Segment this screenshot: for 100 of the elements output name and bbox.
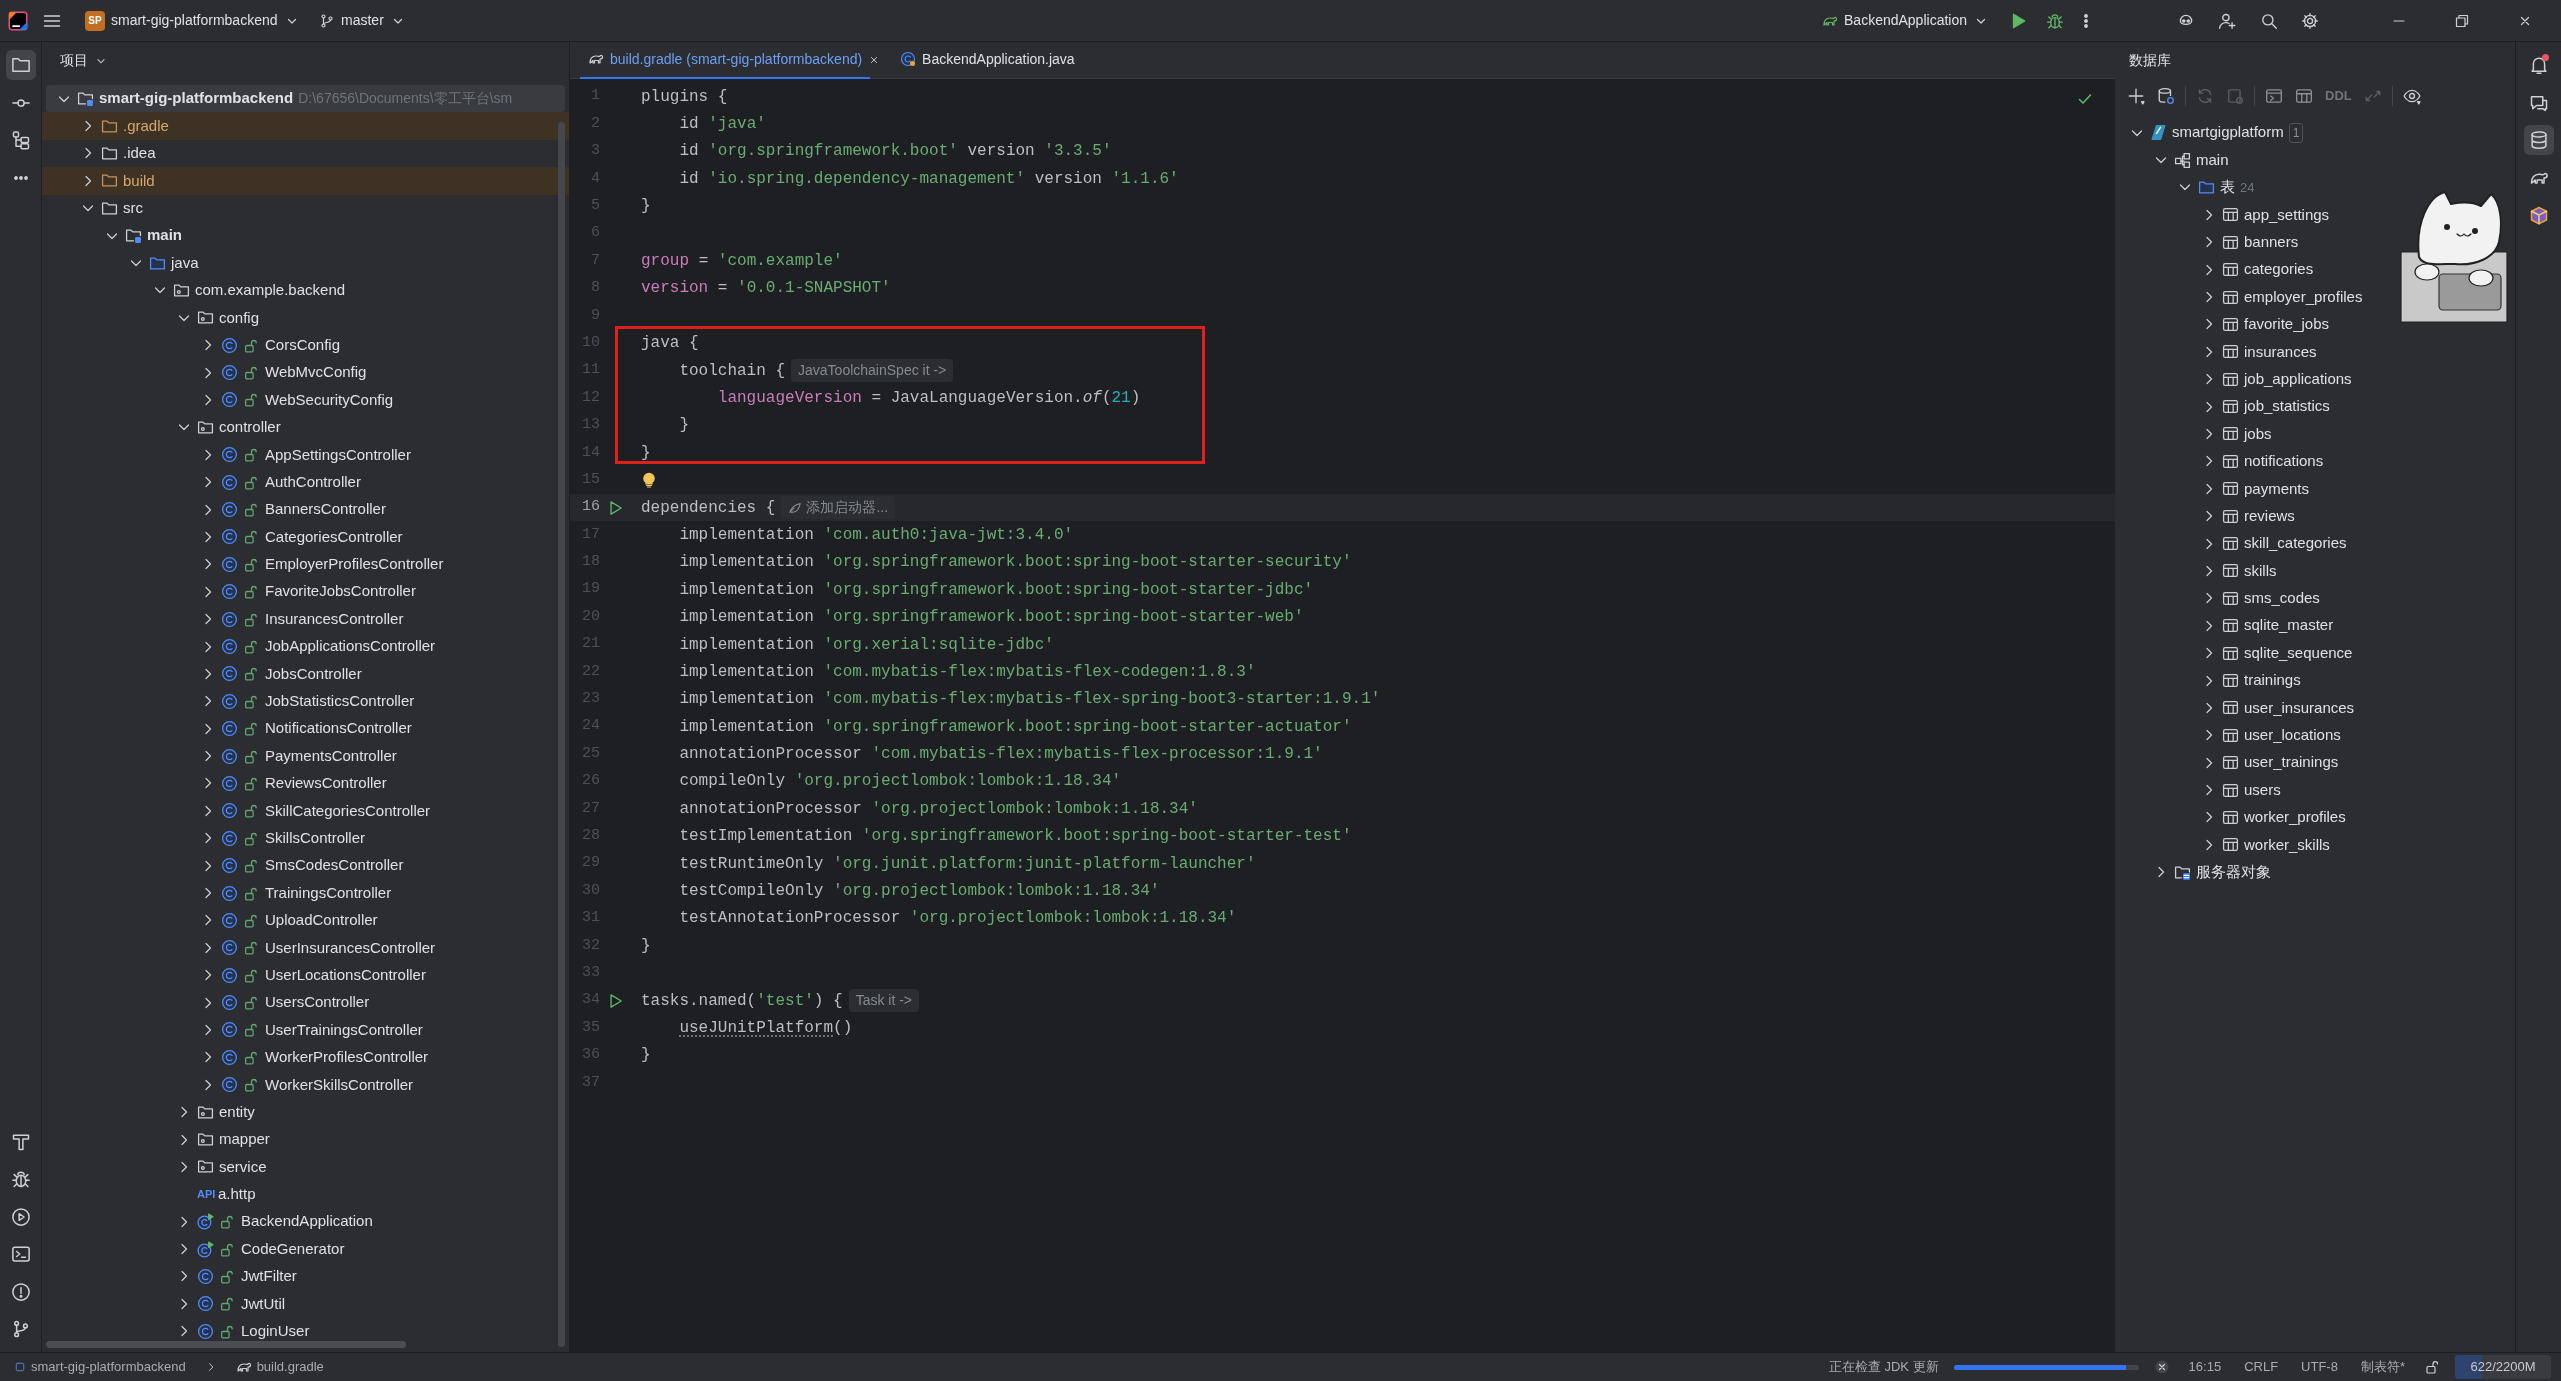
tree-item-label[interactable]: JobsController [265, 662, 362, 686]
memory-indicator[interactable]: 622/2200M [2455, 1355, 2551, 1379]
tree-item-label[interactable]: JwtUtil [241, 1292, 286, 1316]
tool-window-button[interactable] [2523, 125, 2554, 155]
tree-item-label[interactable]: JobApplicationsController [265, 635, 436, 658]
tree-item-label[interactable]: BannersController [265, 498, 386, 521]
tree-item-label[interactable]: .idea [123, 142, 156, 165]
tool-window-button[interactable] [5, 50, 36, 80]
tree-item-label[interactable]: TrainingsController [265, 881, 392, 905]
check-icon[interactable] [2077, 91, 2093, 107]
tree-item-label[interactable]: controller [219, 416, 281, 439]
tree-item-label[interactable]: PaymentsController [265, 744, 397, 768]
cancel-icon[interactable] [2153, 1359, 2170, 1375]
tree-item-label[interactable]: SkillCategoriesController [265, 799, 431, 823]
tree-item-label[interactable]: worker_skills [2244, 833, 2330, 857]
tree-item-label[interactable]: app_settings [2244, 203, 2330, 227]
run-config-selector[interactable]: BackendApplication [1816, 6, 1995, 35]
tree-item-label[interactable]: WorkerSkillsController [265, 1073, 414, 1096]
tree-item-label[interactable]: com.example.backend [195, 279, 346, 302]
tree-item-label[interactable]: categories [2244, 258, 2314, 281]
tree-item-label[interactable]: JobStatisticsController [265, 690, 415, 713]
tree-item-label[interactable]: UserTrainingsController [265, 1018, 423, 1042]
tree-item-label[interactable]: WebSecurityConfig [265, 388, 394, 412]
tree-item-label[interactable]: notifications [2244, 450, 2324, 473]
breadcrumb-item[interactable]: smart-gig-platformbackend [10, 1357, 190, 1377]
tree-item-label[interactable]: CategoriesController [265, 525, 403, 549]
tree-item-label[interactable]: employer_profiles [2244, 285, 2363, 309]
tree-item-label[interactable]: FavoriteJobsController [265, 580, 416, 603]
tree-item-label[interactable]: src [123, 197, 143, 220]
tree-item-label[interactable]: 表 [2220, 176, 2235, 199]
tree-item-label[interactable]: payments [2244, 477, 2310, 500]
tree-item-label[interactable]: BackendApplication [241, 1210, 373, 1233]
tree-item-label[interactable]: config [219, 306, 260, 330]
tree-item-label[interactable]: SkillsController [265, 827, 366, 850]
inlay-hint[interactable]: Task it -> [848, 989, 920, 1013]
tree-item-label[interactable]: SmsCodesController [265, 854, 404, 877]
editor-tab[interactable]: BackendApplication.java [892, 41, 1083, 79]
tree-item-label[interactable]: CodeGenerator [241, 1237, 345, 1261]
tree-item-label[interactable]: JwtFilter [241, 1265, 297, 1288]
tree-item-label[interactable]: ReviewsController [265, 772, 387, 795]
inlay-hint[interactable]: JavaToolchainSpec it -> [791, 359, 954, 383]
tree-item-label[interactable]: banners [2244, 231, 2299, 254]
tree-item-label[interactable]: reviews [2244, 504, 2295, 528]
project-selector[interactable]: SP smart-gig-platformbackend [79, 6, 306, 35]
tree-item-label[interactable]: NotificationsController [265, 717, 412, 740]
tree-item-label[interactable]: jobs [2244, 422, 2272, 446]
tree-item-label[interactable]: service [219, 1155, 267, 1179]
tree-item-label[interactable]: EmployerProfilesController [265, 553, 444, 576]
panel-title-dropdown[interactable]: 项目 [56, 48, 112, 73]
tree-row[interactable]: smart-gig-platformbackend D:\67656\Documents\零工平台\sm [46, 85, 565, 113]
line-separator[interactable]: CRLF [2240, 1357, 2283, 1377]
tree-item-label[interactable]: sqlite_master [2244, 614, 2334, 637]
tree-item-label[interactable]: job_statistics [2244, 395, 2330, 418]
tree-item-label[interactable]: sqlite_sequence [2244, 641, 2353, 665]
tree-item-label[interactable]: mapper [219, 1128, 270, 1151]
tree-item-label[interactable]: smartgigplatform [2172, 121, 2284, 144]
tree-item-label[interactable]: users [2244, 778, 2281, 802]
tree-item-label[interactable]: skill_categories [2244, 532, 2347, 555]
branch-selector[interactable]: master [313, 6, 412, 35]
tree-item-label[interactable]: build [123, 169, 155, 193]
tree-item-label[interactable]: entity [219, 1100, 255, 1124]
tree-item-label[interactable]: WebMvcConfig [265, 361, 367, 384]
tree-item-label[interactable]: main [2196, 148, 2229, 172]
tree-item-label[interactable]: user_trainings [2244, 751, 2339, 774]
tree-item-label[interactable]: worker_profiles [2244, 806, 2346, 829]
tree-item-label[interactable]: main [147, 224, 182, 247]
tree-item-label[interactable]: CorsConfig [265, 333, 341, 357]
file-encoding[interactable]: UTF-8 [2297, 1357, 2342, 1377]
tree-item-label[interactable]: smart-gig-platformbackend [99, 87, 294, 110]
tree-item-label[interactable]: job_applications [2244, 367, 2352, 391]
tree-item-label[interactable]: AppSettingsController [265, 443, 411, 466]
scrollbar-thumb[interactable] [46, 1341, 406, 1348]
tree-item-label[interactable]: trainings [2244, 669, 2301, 692]
tree-item-label[interactable]: java [171, 251, 199, 275]
indent-setting[interactable]: 制表符* [2356, 1357, 2409, 1377]
breadcrumb-item[interactable]: build.gradle [231, 1357, 328, 1377]
tree-item-label[interactable]: InsurancesController [265, 607, 404, 631]
tree-item-label[interactable]: LoginUser [241, 1320, 310, 1343]
tree-item-label[interactable]: user_insurances [2244, 696, 2355, 720]
tree-item-label[interactable]: skills [2244, 559, 2277, 583]
caret-position[interactable]: 16:15 [2184, 1357, 2226, 1377]
tree-item-label[interactable]: UserInsurancesController [265, 936, 436, 960]
tree-row[interactable]: build [42, 167, 569, 195]
tree-item-label[interactable]: WorkerProfilesController [265, 1046, 429, 1069]
inlay-hint[interactable]: 添加启动器... [781, 496, 896, 520]
tree-item-label[interactable]: .gradle [123, 114, 169, 138]
tree-item-label[interactable]: user_locations [2244, 724, 2341, 747]
lock-icon[interactable] [2424, 1359, 2440, 1375]
tree-item-label[interactable]: favorite_jobs [2244, 313, 2330, 336]
tree-item-label[interactable]: UserLocationsController [265, 963, 426, 987]
lightbulb-icon[interactable] [641, 472, 657, 489]
tree-item-label[interactable]: AuthController [265, 470, 361, 494]
editor-tab[interactable]: build.gradle (smart-gig-platformbackend) [580, 41, 871, 79]
tree-item-label[interactable]: 服务器对象 [2196, 861, 2271, 884]
tree-row[interactable]: .gradle [42, 112, 569, 140]
tree-item-label[interactable]: insurances [2244, 340, 2317, 364]
tree-item-label[interactable]: a.http [218, 1183, 256, 1206]
tree-item-label[interactable]: UploadController [265, 909, 378, 932]
scrollbar-thumb[interactable] [558, 122, 565, 1347]
tree-item-label[interactable]: sms_codes [2244, 587, 2320, 610]
